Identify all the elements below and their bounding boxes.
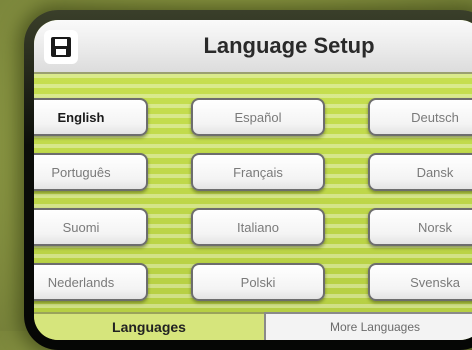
language-grid: English Español Deutsch Português França…: [34, 74, 472, 312]
language-button-suomi[interactable]: Suomi: [34, 208, 148, 246]
language-label: Polski: [240, 274, 276, 290]
language-button-deutsch[interactable]: Deutsch: [368, 98, 472, 136]
language-button-dansk[interactable]: Dansk: [368, 153, 472, 191]
language-label: Deutsch: [411, 109, 459, 125]
language-label: Français: [233, 164, 283, 180]
back-button[interactable]: [44, 30, 78, 64]
language-button-nederlands[interactable]: Nederlands: [34, 263, 148, 301]
language-label: Español: [234, 109, 282, 125]
language-label: Nederlands: [47, 274, 115, 290]
device-screen: Language Setup English Español Deutsch P…: [34, 20, 472, 340]
language-button-espanol[interactable]: Español: [191, 98, 325, 136]
language-label: Italiano: [237, 219, 279, 235]
language-button-francais[interactable]: Français: [191, 153, 325, 191]
page-title: Language Setup: [203, 33, 375, 58]
tab-more-languages[interactable]: More Languages: [264, 312, 472, 340]
header-bar: Language Setup: [34, 20, 472, 74]
tab-languages[interactable]: Languages: [34, 312, 264, 340]
language-label: Português: [51, 164, 111, 180]
language-label: English: [57, 109, 105, 125]
language-button-italiano[interactable]: Italiano: [191, 208, 325, 246]
tab-bar: Languages More Languages: [34, 312, 472, 340]
language-label: Norsk: [418, 219, 452, 235]
save-back-icon: [51, 37, 71, 57]
language-label: Suomi: [62, 219, 100, 235]
language-button-polski[interactable]: Polski: [191, 263, 325, 301]
language-button-svenska[interactable]: Svenska: [368, 263, 472, 301]
language-label: Svenska: [410, 274, 460, 290]
language-label: Dansk: [416, 164, 454, 180]
language-button-english[interactable]: English: [34, 98, 148, 136]
language-button-portugues[interactable]: Português: [34, 153, 148, 191]
language-button-norsk[interactable]: Norsk: [368, 208, 472, 246]
